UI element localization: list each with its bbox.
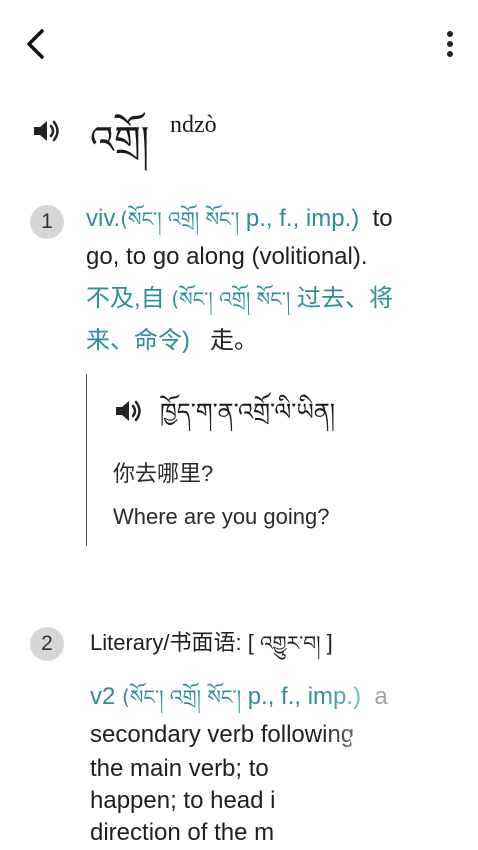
sense-1-def-zh: 走。 xyxy=(210,327,259,354)
example-en: Where are you going? xyxy=(113,504,330,529)
chevron-left-icon xyxy=(27,29,44,59)
sense-2-tib-forms: (སོང་། འགྲོ། སོང་། xyxy=(122,685,242,709)
sense-1-tib-forms: (སོང་། འགྲོ། སོང་། xyxy=(120,207,240,231)
sense-1-pfi: p., f., imp.) xyxy=(245,205,360,232)
sense-1-pos-zh: 不及,自 xyxy=(86,285,165,312)
headword-audio-button[interactable] xyxy=(32,118,62,144)
sense-number-1: 1 xyxy=(30,205,64,239)
back-button[interactable] xyxy=(22,28,50,60)
sense-number-2: 2 xyxy=(30,627,64,661)
headword: འགྲོ། xyxy=(90,118,150,162)
sense-1-pos: viv. xyxy=(86,205,121,232)
sense-2-def-en-part4: happen; to head i xyxy=(90,787,276,814)
sense-1-line-1: viv.(སོང་། འགྲོ། སོང་། p., f., imp.) to xyxy=(86,202,393,236)
sense-2-def-en-part3: the main verb; to xyxy=(90,755,269,782)
sense-1-tense-zh-part1: 过去、将 xyxy=(297,285,394,312)
speaker-icon xyxy=(116,400,141,422)
sense-1-tib-forms-zh: (སོང་། འགྲོ། སོང་། xyxy=(171,287,291,311)
sense-2-pos: v2 xyxy=(90,683,116,710)
pronunciation: ndzò xyxy=(170,112,217,138)
sense-2-register: Literary/书面语: [ xyxy=(90,630,254,655)
sense-2-register-line: Literary/书面语: [ འགྱུར་བ། ] xyxy=(90,626,333,660)
sense-2-register-tib: འགྱུར་བ། xyxy=(259,631,321,655)
sense-2-def-en-part2: secondary verb following xyxy=(90,721,355,748)
sense-2-def-en-part5: direction of the m xyxy=(90,819,275,846)
sense-1-def-en-part2: go, to go along (volitional). xyxy=(86,243,368,270)
sense-1-line-4: 来、命令) 走。 xyxy=(86,324,258,357)
example-divider xyxy=(86,374,87,546)
watermark-logo xyxy=(320,668,478,850)
more-vertical-icon xyxy=(447,31,453,57)
example-zh: 你去哪里? xyxy=(113,461,214,486)
speaker-icon xyxy=(34,120,59,142)
sense-1-line-3: 不及,自 (སོང་། འགྲོ། སོང་། 过去、将 xyxy=(86,282,393,316)
sense-1-def-en-part1: to xyxy=(372,205,393,232)
example-tibetan: ཁྱོད་ག་ན་འགྲོ་ལི་ཡིན། xyxy=(160,398,336,426)
more-options-button[interactable] xyxy=(440,30,460,60)
sense-1-tense-zh-part2: 来、命令) xyxy=(86,327,190,354)
example-audio-button[interactable] xyxy=(114,398,144,424)
sense-2-register-close: ] xyxy=(326,630,333,655)
